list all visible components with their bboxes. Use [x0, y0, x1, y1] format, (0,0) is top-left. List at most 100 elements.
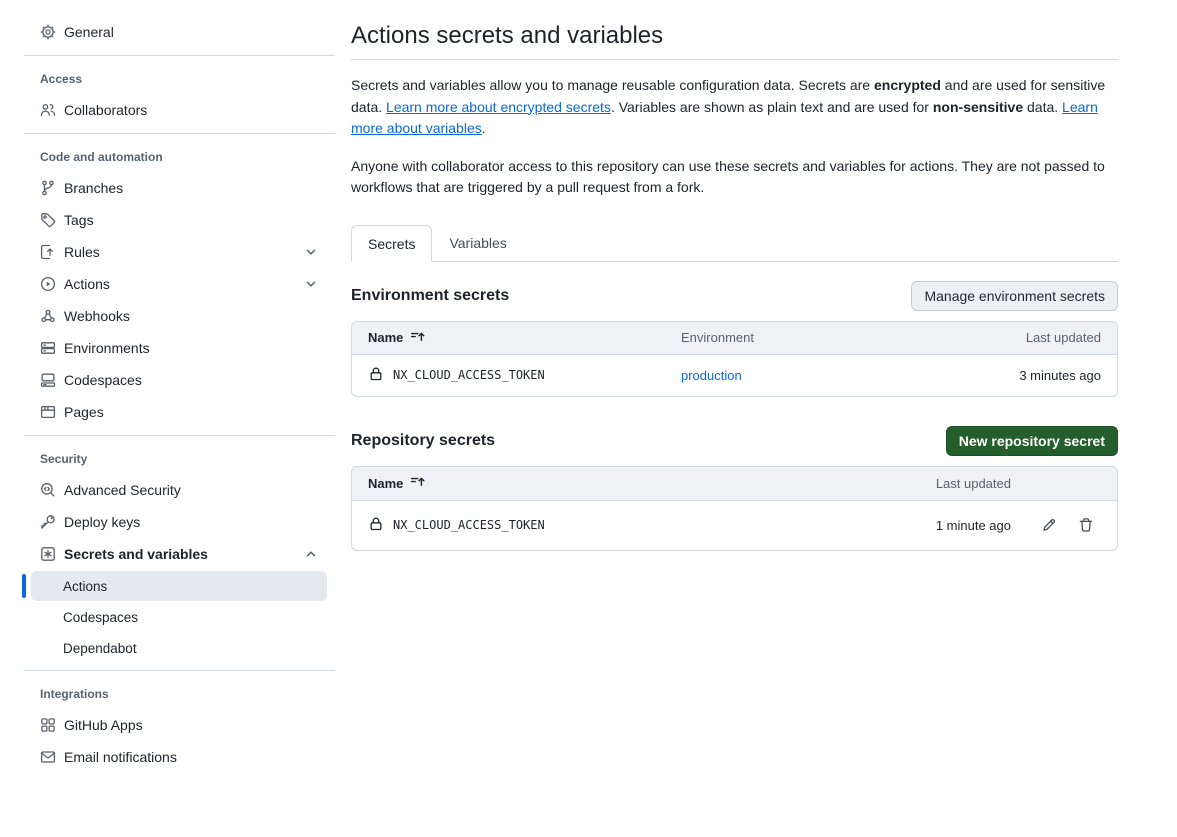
sidebar-item-rules[interactable]: Rules	[24, 236, 335, 268]
sidebar-item-general[interactable]: General	[24, 16, 335, 48]
chevron-up-icon[interactable]	[303, 546, 319, 562]
sidebar-item-environments[interactable]: Environments	[24, 332, 335, 364]
server-icon	[40, 340, 56, 356]
repository-secrets-table: Name Last updated NX_CLOUD_ACCESS_TOKEN …	[351, 466, 1118, 551]
column-header-environment: Environment	[681, 330, 961, 345]
lock-icon	[368, 366, 384, 385]
rules-icon	[40, 244, 56, 260]
sidebar-section-access: Access	[24, 72, 335, 86]
mail-icon	[40, 749, 56, 765]
row-actions	[1011, 517, 1101, 533]
secrets-variables-tabs: Secrets Variables	[351, 225, 1118, 262]
sidebar-item-label: Branches	[64, 180, 123, 196]
sort-ascending-icon	[410, 329, 425, 347]
sidebar-divider	[24, 435, 335, 436]
sidebar-item-label: Environments	[64, 340, 150, 356]
sidebar-item-label: Pages	[64, 404, 104, 420]
column-header-last-updated: Last updated	[961, 330, 1101, 345]
sidebar-section-integrations: Integrations	[24, 687, 335, 701]
sidebar-item-github-apps[interactable]: GitHub Apps	[24, 709, 335, 741]
gear-icon	[40, 24, 56, 40]
sidebar-item-deploy-keys[interactable]: Deploy keys	[24, 506, 335, 538]
key-icon	[40, 514, 56, 530]
sidebar-item-label: Email notifications	[64, 749, 177, 765]
lock-icon	[368, 516, 384, 535]
manage-environment-secrets-button[interactable]: Manage environment secrets	[911, 281, 1118, 311]
delete-secret-button[interactable]	[1078, 517, 1094, 533]
secret-name: NX_CLOUD_ACCESS_TOKEN	[393, 368, 545, 382]
chevron-down-icon[interactable]	[303, 244, 319, 260]
sidebar-item-label: Secrets and variables	[64, 546, 208, 562]
secret-name-cell: NX_CLOUD_ACCESS_TOKEN	[368, 516, 891, 535]
repository-secrets-heading: Repository secrets	[351, 432, 495, 450]
sidebar-subitem-codespaces[interactable]: Codespaces	[31, 602, 327, 632]
sidebar-divider	[24, 670, 335, 671]
git-branch-icon	[40, 180, 56, 196]
secret-name: NX_CLOUD_ACCESS_TOKEN	[393, 518, 545, 532]
last-updated-value: 1 minute ago	[891, 518, 1011, 533]
sidebar-divider	[24, 133, 335, 134]
sidebar-section-security: Security	[24, 452, 335, 466]
environment-secrets-table: Name Environment Last updated NX_CLOUD_A…	[351, 321, 1118, 397]
sidebar-subitem-label: Codespaces	[63, 610, 138, 625]
sidebar-item-branches[interactable]: Branches	[24, 172, 335, 204]
tab-secrets[interactable]: Secrets	[351, 225, 432, 262]
sidebar-item-label: Deploy keys	[64, 514, 140, 530]
sidebar-item-codespaces[interactable]: Codespaces	[24, 364, 335, 396]
column-label: Name	[368, 330, 403, 345]
new-repository-secret-button[interactable]: New repository secret	[946, 426, 1118, 456]
environment-link-production[interactable]: production	[681, 368, 742, 383]
sidebar-subitem-label: Dependabot	[63, 641, 137, 656]
sort-ascending-icon	[410, 474, 425, 492]
sidebar-item-email-notifications[interactable]: Email notifications	[24, 741, 335, 773]
intro-text: . Variables are shown as plain text and …	[611, 99, 933, 115]
tab-variables[interactable]: Variables	[432, 225, 523, 261]
collaborator-note: Anyone with collaborator access to this …	[351, 156, 1118, 199]
sidebar-item-label: GitHub Apps	[64, 717, 143, 733]
sidebar-item-label: Advanced Security	[64, 482, 181, 498]
codescan-icon	[40, 482, 56, 498]
column-header-name[interactable]: Name	[368, 474, 891, 492]
codespaces-icon	[40, 372, 56, 388]
browser-icon	[40, 404, 56, 420]
column-header-name[interactable]: Name	[368, 329, 681, 347]
environment-secrets-heading: Environment secrets	[351, 287, 509, 305]
sidebar-divider	[24, 55, 335, 56]
sidebar-subitem-dependabot[interactable]: Dependabot	[31, 633, 327, 663]
environment-secrets-header: Environment secrets Manage environment s…	[351, 281, 1118, 311]
sidebar-item-webhooks[interactable]: Webhooks	[24, 300, 335, 332]
play-icon	[40, 276, 56, 292]
sidebar-section-code-automation: Code and automation	[24, 150, 335, 164]
sidebar-item-collaborators[interactable]: Collaborators	[24, 94, 335, 126]
last-updated-value: 3 minutes ago	[961, 368, 1101, 383]
sidebar-item-label: Rules	[64, 244, 100, 260]
page-title: Actions secrets and variables	[351, 22, 1118, 50]
edit-secret-button[interactable]	[1041, 517, 1057, 533]
sidebar-subitem-actions[interactable]: Actions	[31, 571, 327, 601]
sidebar-item-label: Tags	[64, 212, 94, 228]
intro-text: .	[482, 120, 486, 136]
sidebar-item-advanced-security[interactable]: Advanced Security	[24, 474, 335, 506]
sidebar-item-pages[interactable]: Pages	[24, 396, 335, 428]
secret-name-cell: NX_CLOUD_ACCESS_TOKEN	[368, 366, 681, 385]
settings-page: General Access Collaborators Code and au…	[0, 0, 1177, 773]
table-row: NX_CLOUD_ACCESS_TOKEN 1 minute ago	[352, 501, 1117, 550]
sidebar-item-tags[interactable]: Tags	[24, 204, 335, 236]
sidebar-item-secrets-and-variables[interactable]: Secrets and variables	[24, 538, 335, 570]
tag-icon	[40, 212, 56, 228]
intro-text: data.	[1023, 99, 1062, 115]
chevron-down-icon[interactable]	[303, 276, 319, 292]
intro-bold-encrypted: encrypted	[874, 77, 941, 93]
link-encrypted-secrets[interactable]: Learn more about encrypted secrets	[386, 99, 611, 115]
intro-bold-non-sensitive: non-sensitive	[933, 99, 1023, 115]
sidebar-item-label: Webhooks	[64, 308, 130, 324]
settings-sidebar: General Access Collaborators Code and au…	[0, 0, 335, 773]
secret-icon	[40, 546, 56, 562]
page-header: Actions secrets and variables	[351, 22, 1118, 60]
intro-paragraph: Secrets and variables allow you to manag…	[351, 75, 1118, 140]
people-icon	[40, 102, 56, 118]
sidebar-item-actions[interactable]: Actions	[24, 268, 335, 300]
repository-secrets-table-header: Name Last updated	[352, 467, 1117, 501]
apps-icon	[40, 717, 56, 733]
column-header-last-updated: Last updated	[891, 476, 1011, 491]
